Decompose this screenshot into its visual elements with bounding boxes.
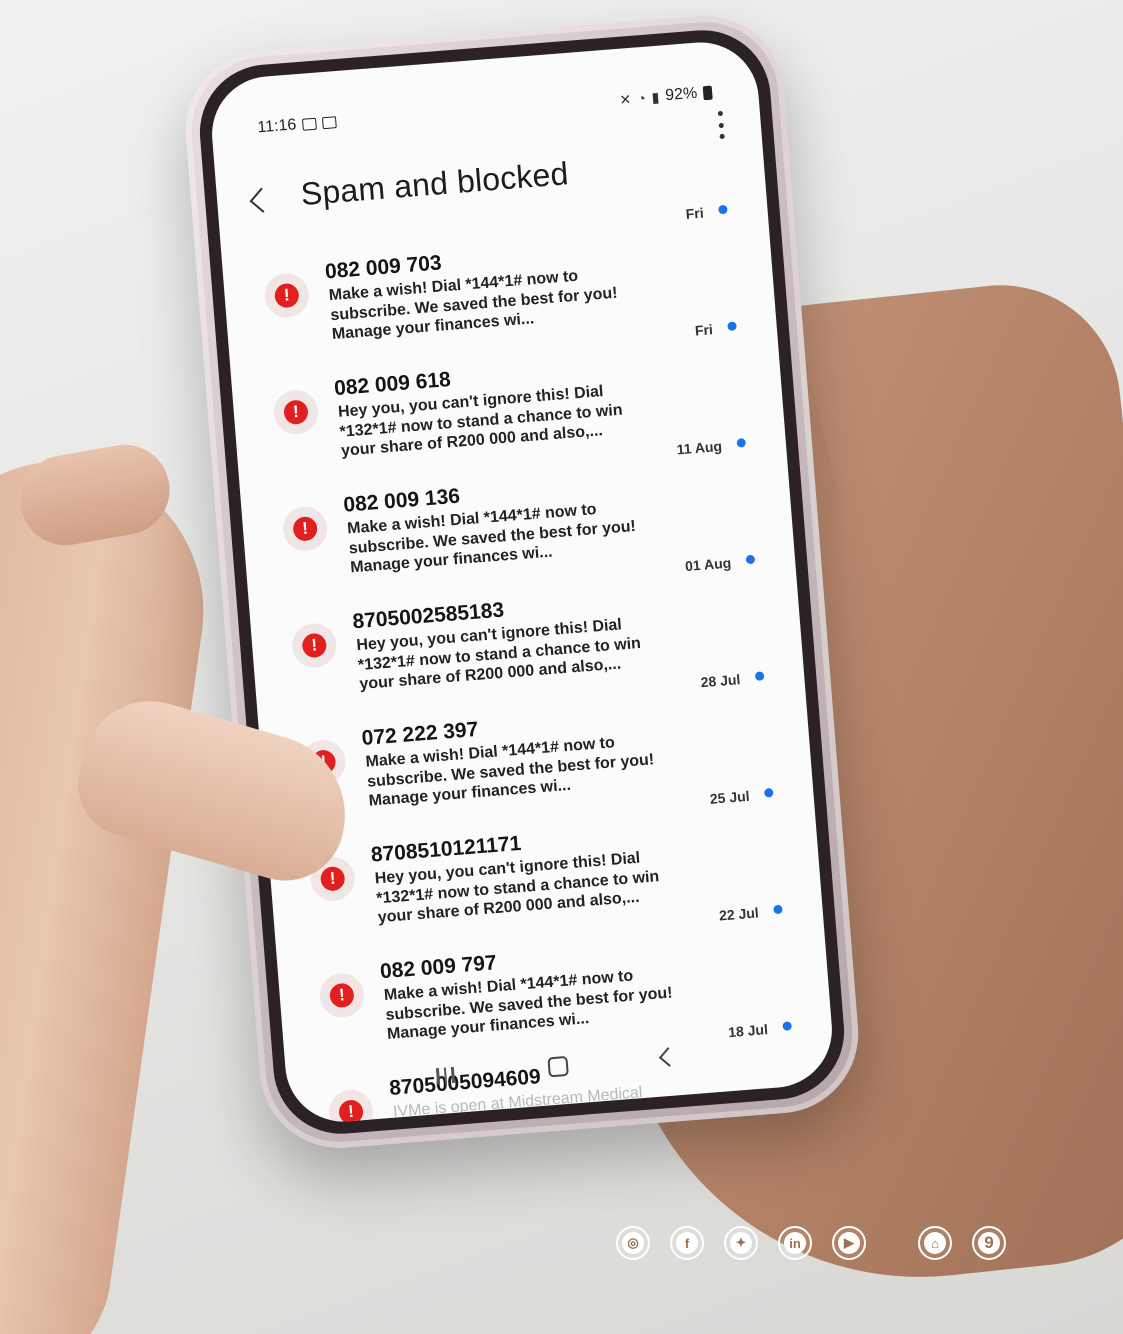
spam-alert-icon: ! [290,621,338,670]
status-bar: 11:16 ✕ ◔ ▮ 92% [251,81,720,148]
message-list: ! 082 009 703 Make a wish! Dial *144*1# … [260,198,804,1126]
message-date: Fri [694,321,714,339]
unread-dot-icon [773,904,783,915]
status-time: 11:16 [256,116,297,137]
unread-dot-icon [763,787,774,798]
spam-alert-icon: ! [263,271,311,320]
instagram-icon[interactable]: ◎ [616,1226,650,1260]
facebook-icon[interactable]: f [670,1226,704,1260]
home-button-icon[interactable] [547,1055,569,1078]
page-number-badge: 9 [972,1226,1006,1260]
page-title: Spam and blocked [299,155,570,213]
unread-dot-icon [736,438,747,448]
unread-dot-icon [754,671,765,681]
back-arrow-icon[interactable] [249,187,275,213]
battery-percent: 92% [664,84,698,105]
spam-alert-icon: ! [281,505,329,553]
linkedin-icon[interactable]: in [778,1226,812,1260]
page-number: 9 [984,1233,994,1252]
home-icon[interactable]: ⌂ [918,1226,952,1260]
battery-icon [702,85,713,101]
photo-scene: 11:16 ✕ ◔ ▮ 92% Spam and blocked ! 082 0… [0,0,1123,1334]
phone-screen: 11:16 ✕ ◔ ▮ 92% Spam and blocked ! 082 0… [207,38,837,1126]
signal-icon: ▮ [650,88,660,105]
twitter-icon[interactable]: ✦ [724,1226,758,1260]
spam-alert-icon: ! [272,388,320,436]
wifi-icon: ◔ [636,89,647,107]
phone: 11:16 ✕ ◔ ▮ 92% Spam and blocked ! 082 0… [179,10,865,1154]
unread-dot-icon [745,554,756,565]
social-links: ◎ f ✦ in ▶ ⌂ 9 [616,1224,1026,1262]
unread-dot-icon [727,321,737,332]
spam-alert-icon: ! [318,971,366,1020]
nav-back-icon[interactable] [658,1047,679,1067]
checkbox-icon [321,116,337,130]
message-date: Fri [685,204,705,222]
mute-icon: ✕ [618,90,632,108]
youtube-icon[interactable]: ▶ [832,1226,866,1260]
message-date: 25 Jul [709,787,751,807]
message-date: 01 Aug [684,554,732,575]
left-hand [0,444,223,1334]
message-date: 11 Aug [676,437,723,458]
unread-dot-icon [718,204,728,215]
more-options-icon[interactable] [717,110,726,140]
gallery-icon [301,117,317,131]
message-date: 28 Jul [700,671,741,691]
recents-icon[interactable] [435,1066,455,1085]
message-date: 22 Jul [718,904,760,924]
